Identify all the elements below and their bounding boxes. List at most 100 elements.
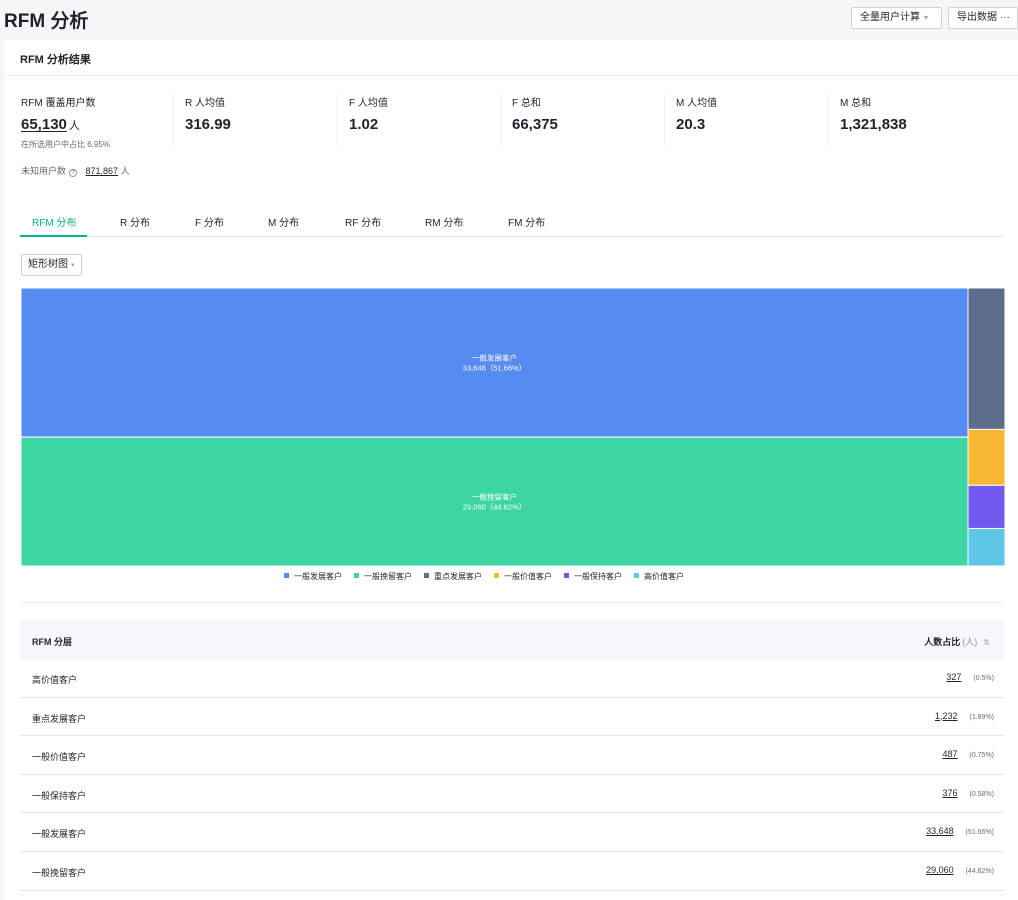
segment-count-link[interactable]: 1,232	[935, 711, 958, 721]
rfm-result-card: RFM 分析结果 RFM 覆盖用户数 65,130 人 在所选用户中占比 6.95…	[4, 40, 1018, 900]
legend-label: 重点发展客户	[434, 572, 482, 581]
treemap-cell[interactable]	[967, 484, 1005, 529]
chevron-down-icon: ▾	[71, 262, 75, 269]
tab-rfm-distribution[interactable]: RFM 分布	[32, 214, 76, 229]
metric-value: 316.99	[185, 116, 231, 133]
legend-swatch	[494, 573, 499, 578]
metric-divider	[501, 94, 502, 146]
segment-count-cell: 327 (0.5%)	[946, 672, 994, 682]
segment-count-cell: 29,060 (44.62%)	[926, 865, 994, 875]
chart-type-select[interactable]: 矩形树图 ▾	[21, 254, 82, 276]
segment-percent: (1.89%)	[969, 713, 994, 721]
legend-label: 一般发展客户	[294, 572, 342, 581]
unknown-users-link[interactable]: 871,867	[86, 166, 119, 176]
metric-unit: 人	[68, 120, 80, 132]
metric-divider	[173, 94, 174, 146]
segment-count-link[interactable]: 33,648	[926, 826, 954, 836]
coverage-users-link[interactable]: 65,130	[21, 116, 67, 133]
segment-name: 一般价值客户	[32, 752, 87, 763]
column-header-count-unit: (人)	[962, 637, 978, 647]
table-row: 一般价值客户 487 (0.75%)	[20, 736, 1004, 775]
metric-m-average: M 人均值 20.3	[676, 94, 717, 133]
metric-label: F 人均值	[349, 98, 388, 109]
legend-swatch	[354, 573, 359, 578]
legend-label: 高价值客户	[644, 572, 684, 581]
metric-f-total: F 总和 66,375	[512, 94, 558, 133]
metric-value: 1,321,838	[840, 116, 907, 133]
table-row: 高价值客户 327 (0.5%)	[20, 659, 1004, 698]
help-icon[interactable]: ?	[69, 169, 78, 177]
segment-percent: (0.75%)	[969, 752, 994, 760]
segment-count-link[interactable]: 327	[946, 672, 961, 682]
tab-r-distribution[interactable]: R 分布	[120, 214, 150, 229]
export-data-label: 导出数据	[957, 12, 997, 23]
table-row: 一般发展客户 33,648 (51.66%)	[20, 813, 1004, 852]
segment-count-link[interactable]: 376	[942, 788, 957, 798]
chevron-down-icon: ▾	[924, 13, 929, 22]
legend-swatch	[424, 573, 429, 578]
legend-item[interactable]: 一般发展客户	[284, 571, 342, 582]
tab-rf-distribution[interactable]: RF 分布	[345, 214, 381, 229]
metric-rfm-coverage: RFM 覆盖用户数 65,130 人 在所选用户中占比 6.95%	[21, 94, 110, 150]
legend-item[interactable]: 一般保持客户	[564, 571, 622, 582]
metric-value: 65,130 人	[21, 116, 110, 133]
segment-name: 重点发展客户	[32, 713, 87, 724]
table-body: 高价值客户 327 (0.5%) 重点发展客户 1,232 (1.89%) 一般价值客户 48…	[20, 659, 1004, 891]
segment-count-cell: 1,232 (1.89%)	[935, 711, 994, 721]
treemap-svg: 一般发展客户33,648（51.66%） 一般挽留客户29,060（44.62%）	[21, 288, 1005, 566]
metric-subtext: 在所选用户中占比 6.95%	[21, 140, 110, 149]
column-header-count[interactable]: 人数占比 (人) ⇅	[924, 635, 990, 648]
rfm-treemap: 一般发展客户 33,648（51.66%） 一般挽留客户 29,060（44.62%）	[21, 288, 1005, 566]
legend-item[interactable]: 重点发展客户	[424, 571, 482, 582]
section-divider	[20, 602, 1004, 603]
segment-name: 一般保持客户	[32, 790, 87, 801]
metric-divider	[337, 94, 338, 146]
column-header-count-label: 人数占比	[924, 637, 961, 647]
segment-name: 一般发展客户	[32, 829, 87, 840]
legend-label: 一般挽留客户	[364, 572, 412, 581]
treemap-cell[interactable]	[967, 288, 1005, 430]
legend-swatch	[564, 573, 569, 578]
export-data-button[interactable]: 导出数据 ···	[948, 7, 1018, 29]
segment-count-link[interactable]: 29,060	[926, 865, 954, 875]
tab-fm-distribution[interactable]: FM 分布	[508, 214, 545, 229]
segment-count-cell: 376 (0.58%)	[942, 788, 994, 798]
legend-item[interactable]: 高价值客户	[634, 571, 684, 582]
tab-rm-distribution[interactable]: RM 分布	[425, 214, 463, 229]
calculation-scope-dropdown[interactable]: 全量用户计算 ▾	[851, 7, 942, 29]
table-row: 一般保持客户 376 (0.58%)	[20, 775, 1004, 814]
page-title: RFM 分析	[4, 11, 89, 32]
column-header-segment: RFM 分层	[32, 637, 72, 647]
metric-value: 66,375	[512, 116, 558, 133]
active-tab-indicator	[20, 235, 87, 237]
tab-m-distribution[interactable]: M 分布	[268, 214, 299, 229]
metric-label: R 人均值	[185, 98, 225, 109]
metric-label: M 总和	[840, 98, 872, 109]
segment-count-cell: 487 (0.75%)	[942, 749, 994, 759]
treemap-cell[interactable]	[967, 428, 1005, 486]
treemap-cell-label: 一般发展客户	[472, 353, 517, 363]
treemap-cell-value-label: 33,648（51.66%）	[463, 364, 526, 373]
segment-count-link[interactable]: 487	[942, 749, 957, 759]
metric-f-average: F 人均值 1.02	[349, 94, 388, 133]
calculation-scope-label: 全量用户计算	[860, 12, 920, 23]
segment-name: 一般挽留客户	[32, 867, 87, 878]
sort-icon[interactable]: ⇅	[983, 638, 990, 647]
legend-label: 一般保持客户	[574, 572, 622, 581]
legend-swatch	[284, 573, 289, 578]
metric-value: 1.02	[349, 116, 379, 133]
segment-percent: (44.62%)	[965, 867, 994, 875]
treemap-cell-label: 一般挽留客户	[472, 492, 517, 502]
segment-percent: (0.58%)	[969, 790, 994, 798]
distribution-tabs: RFM 分布 R 分布 F 分布 M 分布 RF 分布 RM 分布 FM 分布	[20, 210, 1004, 237]
legend-item[interactable]: 一般价值客户	[494, 571, 552, 582]
metric-label: M 人均值	[676, 98, 718, 109]
unknown-users-unit: 人	[120, 166, 130, 176]
legend-item[interactable]: 一般挽留客户	[354, 571, 412, 582]
metric-divider	[828, 94, 829, 146]
tab-f-distribution[interactable]: F 分布	[195, 214, 224, 229]
chart-type-label: 矩形树图	[28, 259, 68, 270]
legend-swatch	[634, 573, 639, 578]
unknown-users-label: 未知用户数	[21, 166, 67, 176]
treemap-cell[interactable]	[967, 527, 1005, 566]
